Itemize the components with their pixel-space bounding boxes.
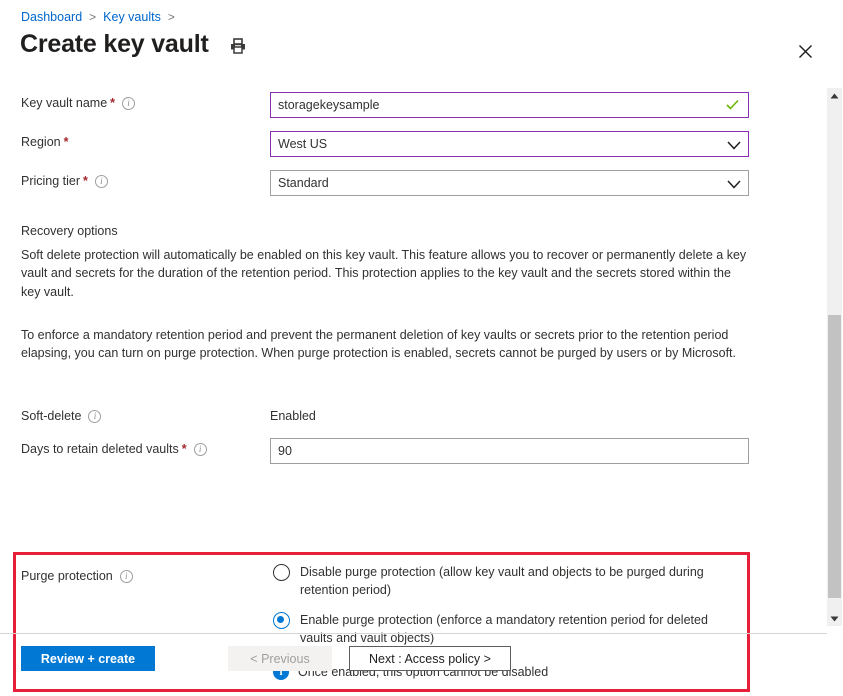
breadcrumb: Dashboard > Key vaults > [21,10,175,24]
required-asterisk: * [110,96,116,110]
label-text: Days to retain deleted vaults [21,442,179,456]
printer-icon[interactable] [227,35,249,57]
triangle-down-icon[interactable] [827,611,842,626]
form-content: Key vault name * i storagekeysample Regi… [0,80,820,692]
breadcrumb-item-dashboard[interactable]: Dashboard [21,10,82,24]
required-asterisk: * [83,174,88,188]
field-retain-days: 90 [270,438,749,464]
info-icon[interactable]: i [122,96,136,110]
review-create-button[interactable]: Review + create [21,646,155,671]
key-vault-name-input[interactable]: storagekeysample [270,92,749,118]
radio-option-enable-purge-protection[interactable]: Enable purge protection (enforce a manda… [273,611,743,648]
close-icon[interactable] [794,40,816,62]
info-icon[interactable]: i [88,409,102,423]
green-check-icon [725,97,740,112]
radio-option-disable-purge-protection[interactable]: Disable purge protection (allow key vaul… [273,563,743,600]
field-row-region: Region * West US [21,131,820,157]
footer-actions: Review + create < Previous Next : Access… [21,646,511,671]
field-key-vault-name: storagekeysample [270,92,749,118]
breadcrumb-item-key-vaults[interactable]: Key vaults [103,10,161,24]
info-icon[interactable]: i [119,569,133,583]
chevron-right-icon: > [167,10,175,24]
retain-days-input[interactable]: 90 [270,438,749,464]
field-region: West US [270,131,749,157]
purge-protection-highlight: Purge protection i Disable purge protect… [13,552,750,692]
label-pricing-tier: Pricing tier * i [21,170,270,188]
info-icon[interactable]: i [94,174,108,188]
label-retain-days: Days to retain deleted vaults * i [21,438,270,456]
label-purge-protection: Purge protection i [21,565,270,583]
region-dropdown[interactable]: West US [270,131,749,157]
field-row-soft-delete: Soft-delete i Enabled [21,405,820,423]
required-asterisk: * [63,135,69,149]
field-row-retain-days: Days to retain deleted vaults * i 90 [21,438,820,464]
info-icon[interactable]: i [193,442,207,456]
label-text: Soft-delete [21,409,82,423]
dropdown-value: Standard [278,176,329,190]
radio-button-unselected[interactable] [273,564,290,581]
radio-label: Enable purge protection (enforce a manda… [300,612,708,646]
field-row-pricing-tier: Pricing tier * i Standard [21,170,820,196]
vertical-scrollbar[interactable] [827,88,842,626]
soft-delete-value: Enabled [270,409,316,423]
field-row-key-vault-name: Key vault name * i storagekeysample [21,92,820,118]
previous-button: < Previous [228,646,332,671]
label-text: Key vault name [21,96,108,110]
recovery-paragraph-1: Soft delete protection will automaticall… [21,248,747,299]
pricing-tier-dropdown[interactable]: Standard [270,170,749,196]
next-access-policy-button[interactable]: Next : Access policy > [349,646,511,671]
label-region: Region * [21,131,270,149]
footer-divider [0,633,827,634]
section-title-recovery-options: Recovery options [21,224,118,238]
scrollbar-thumb[interactable] [828,315,841,598]
input-value: 90 [278,444,292,458]
label-text: Region [21,135,61,149]
label-key-vault-name: Key vault name * i [21,92,270,110]
field-pricing-tier: Standard [270,170,749,196]
required-asterisk: * [181,442,187,456]
radio-button-selected[interactable] [273,611,290,629]
title-row: Create key vault [20,32,249,57]
label-text: Purge protection [21,569,113,583]
radio-label: Disable purge protection (allow key vaul… [300,565,704,598]
label-text: Pricing tier [21,174,81,188]
triangle-up-icon[interactable] [827,88,842,103]
chevron-right-icon: > [89,10,97,24]
label-soft-delete: Soft-delete i [21,405,270,423]
page-title: Create key vault [20,30,209,58]
recovery-paragraph-2: To enforce a mandatory retention period … [21,328,736,361]
input-value: storagekeysample [278,98,380,112]
dropdown-value: West US [278,137,328,151]
